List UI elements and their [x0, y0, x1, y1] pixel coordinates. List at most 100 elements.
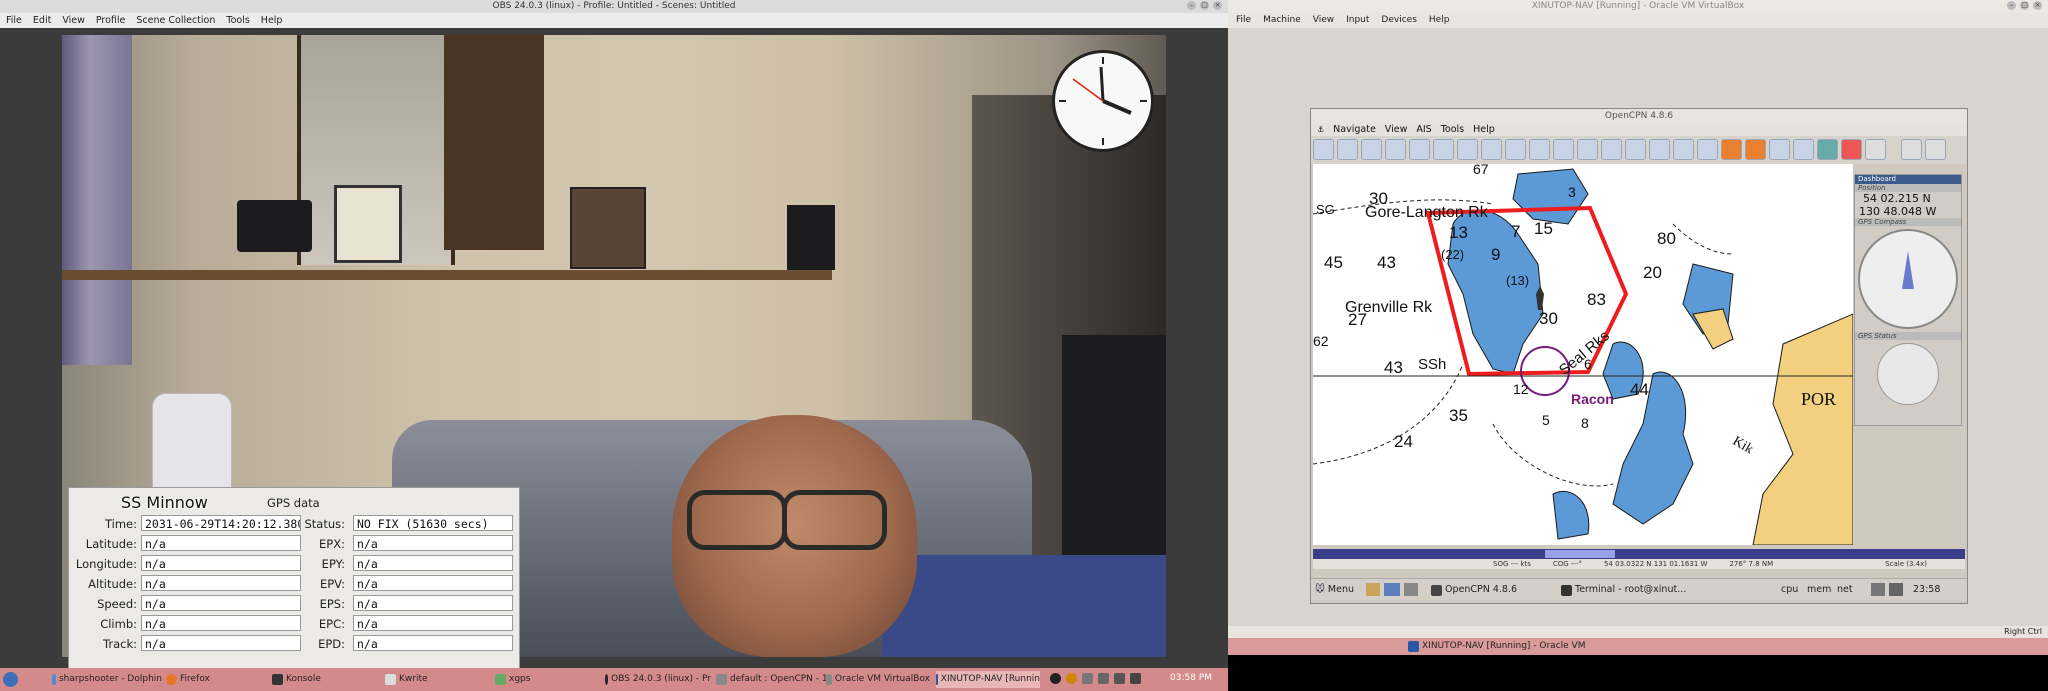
play-icon[interactable]	[1769, 139, 1790, 160]
network-icon[interactable]	[1098, 673, 1109, 684]
task-konsole[interactable]: Konsole	[272, 671, 372, 688]
zoom-in-icon[interactable]	[1313, 139, 1334, 160]
vm-icon	[936, 674, 938, 685]
depth-13b: (13)	[1506, 273, 1529, 288]
epc-field: n/a	[353, 615, 513, 631]
obs-window: OBS 24.0.3 (linux) - Profile: Untitled -…	[0, 0, 1228, 669]
task-kwrite[interactable]: Kwrite	[385, 671, 485, 688]
task-xgps[interactable]: xgps	[495, 671, 595, 688]
radar-icon[interactable]	[1745, 139, 1766, 160]
settings-icon[interactable]	[1457, 139, 1478, 160]
menu-help[interactable]: Help	[261, 13, 283, 28]
maximize-button[interactable]: □	[1200, 1, 1209, 10]
guest-task-terminal[interactable]: Terminal - root@xinut...	[1561, 582, 1691, 598]
tide-icon[interactable]	[1529, 139, 1550, 160]
chart-graphics: Gore-Langton Rk Grenville Rk Seal Rks Ra…	[1313, 164, 1853, 545]
depth-45: 45	[1324, 253, 1343, 272]
ocpn-menu-help[interactable]: Help	[1473, 123, 1495, 136]
close-button[interactable]: ×	[2033, 1, 2042, 10]
task-xinutop-nav[interactable]: XINUTOP-NAV [Runnin	[936, 671, 1040, 688]
route-icon[interactable]	[1409, 139, 1430, 160]
updates-icon[interactable]	[1066, 673, 1077, 684]
tablet	[237, 200, 312, 252]
vbox-menu-devices[interactable]: Devices	[1381, 13, 1416, 28]
task-xinutop-nav-right[interactable]: XINUTOP-NAV [Running] - Oracle VM	[1408, 638, 1608, 655]
text-icon[interactable]	[1481, 139, 1502, 160]
guest-menu-button[interactable]: 🐭 Menu	[1315, 582, 1354, 598]
task-obs[interactable]: OBS 24.0.3 (linux) - Pr	[605, 671, 711, 688]
depth-5: 5	[1542, 412, 1550, 428]
ocpn-menu-navigate[interactable]: Navigate	[1333, 123, 1376, 136]
compass-icon[interactable]	[1901, 139, 1922, 160]
piano-key-active[interactable]	[1545, 550, 1615, 558]
nav-icon[interactable]	[1793, 139, 1814, 160]
browser-icon[interactable]	[1384, 583, 1400, 596]
menu-edit[interactable]: Edit	[33, 13, 51, 28]
current-icon[interactable]	[1505, 139, 1526, 160]
help-icon[interactable]	[1649, 139, 1670, 160]
track-icon[interactable]	[1577, 139, 1598, 160]
menu-file[interactable]: File	[6, 13, 22, 28]
minimize-button[interactable]: –	[1187, 1, 1196, 10]
gps-status-icon[interactable]	[1925, 139, 1946, 160]
dolphin-icon	[52, 674, 56, 685]
system-tray	[1050, 673, 1150, 686]
menu-profile[interactable]: Profile	[96, 13, 126, 28]
nautical-chart[interactable]: Gore-Langton Rk Grenville Rk Seal Rks Ra…	[1313, 164, 1853, 545]
ocpn-menu-tools[interactable]: Tools	[1441, 123, 1464, 136]
vbox-menu-help[interactable]: Help	[1429, 13, 1450, 28]
vbox-menu-input[interactable]: Input	[1346, 13, 1369, 28]
volume-icon[interactable]	[1082, 673, 1093, 684]
app-launcher-icon[interactable]	[3, 672, 18, 687]
steam-icon[interactable]	[1050, 673, 1061, 684]
tray-network-icon[interactable]	[1889, 583, 1903, 596]
mob-icon[interactable]	[1625, 139, 1646, 160]
glasses-left	[687, 490, 787, 550]
lock-icon[interactable]	[1130, 673, 1141, 684]
clipboard-icon[interactable]	[1114, 673, 1125, 684]
mem-indicator: mem	[1807, 584, 1832, 595]
vbox-menu-view[interactable]: View	[1313, 13, 1334, 28]
zoom-out-icon[interactable]	[1337, 139, 1358, 160]
minimize-button[interactable]: –	[2007, 1, 2016, 10]
ocpn-menu-ais[interactable]: AIS	[1416, 123, 1431, 136]
alarm-icon[interactable]	[1841, 139, 1862, 160]
epv-label: EPV:	[319, 577, 345, 591]
follow-icon[interactable]	[1433, 139, 1454, 160]
folder-icon[interactable]	[1366, 583, 1380, 596]
color-scheme-icon[interactable]	[1601, 139, 1622, 160]
ais-icon[interactable]	[1817, 139, 1838, 160]
guest-task-opencpn[interactable]: OpenCPN 4.8.6	[1431, 582, 1551, 598]
dog-icon[interactable]	[1673, 139, 1694, 160]
chart-mode-icon[interactable]	[1865, 139, 1886, 160]
gps-icon[interactable]	[1697, 139, 1718, 160]
vbox-menu-file[interactable]: File	[1236, 13, 1251, 28]
task-firefox[interactable]: Firefox	[166, 671, 266, 688]
depth-43: 43	[1377, 253, 1396, 272]
reef-north	[1512, 168, 1589, 225]
scale-in-icon[interactable]	[1361, 139, 1382, 160]
close-button[interactable]: ×	[1213, 1, 1222, 10]
menu-view[interactable]: View	[62, 13, 85, 28]
ocpn-menu-view[interactable]: View	[1385, 123, 1408, 136]
task-opencpn[interactable]: default : OpenCPN - 1	[716, 671, 836, 688]
task-virtualbox[interactable]: Oracle VM VirtualBox	[826, 671, 930, 688]
tray-tool-icon[interactable]	[1871, 583, 1885, 596]
dashboard-panel: Dashboard Position 54 02.215 N 130 48.04…	[1854, 174, 1962, 426]
vbox-window-controls: – □ ×	[2007, 1, 2042, 10]
taskbar-clock[interactable]: 03:58 PM	[1170, 673, 1212, 683]
terminal-launcher-icon[interactable]	[1404, 583, 1418, 596]
depth-67: 67	[1473, 164, 1489, 177]
vm-guest-display[interactable]: OpenCPN 4.8.6 ⚓ Navigate View AIS Tools …	[1228, 28, 2048, 632]
vbox-menu-machine[interactable]: Machine	[1263, 13, 1301, 28]
task-dolphin[interactable]: sharpshooter - Dolphin	[52, 671, 162, 688]
maximize-button[interactable]: □	[2020, 1, 2029, 10]
guest-clock[interactable]: 23:58	[1913, 582, 1940, 598]
dashboard-icon[interactable]	[1721, 139, 1742, 160]
opencpn-status-bar: SOG --- kts COG ---° 54 03.0322 N 131 01…	[1313, 559, 1965, 569]
menu-tools[interactable]: Tools	[226, 13, 249, 28]
scale-out-icon[interactable]	[1385, 139, 1406, 160]
route-manager-icon[interactable]	[1553, 139, 1574, 160]
obs-title-bar: OBS 24.0.3 (linux) - Profile: Untitled -…	[0, 0, 1228, 13]
menu-scene-collection[interactable]: Scene Collection	[136, 13, 215, 28]
